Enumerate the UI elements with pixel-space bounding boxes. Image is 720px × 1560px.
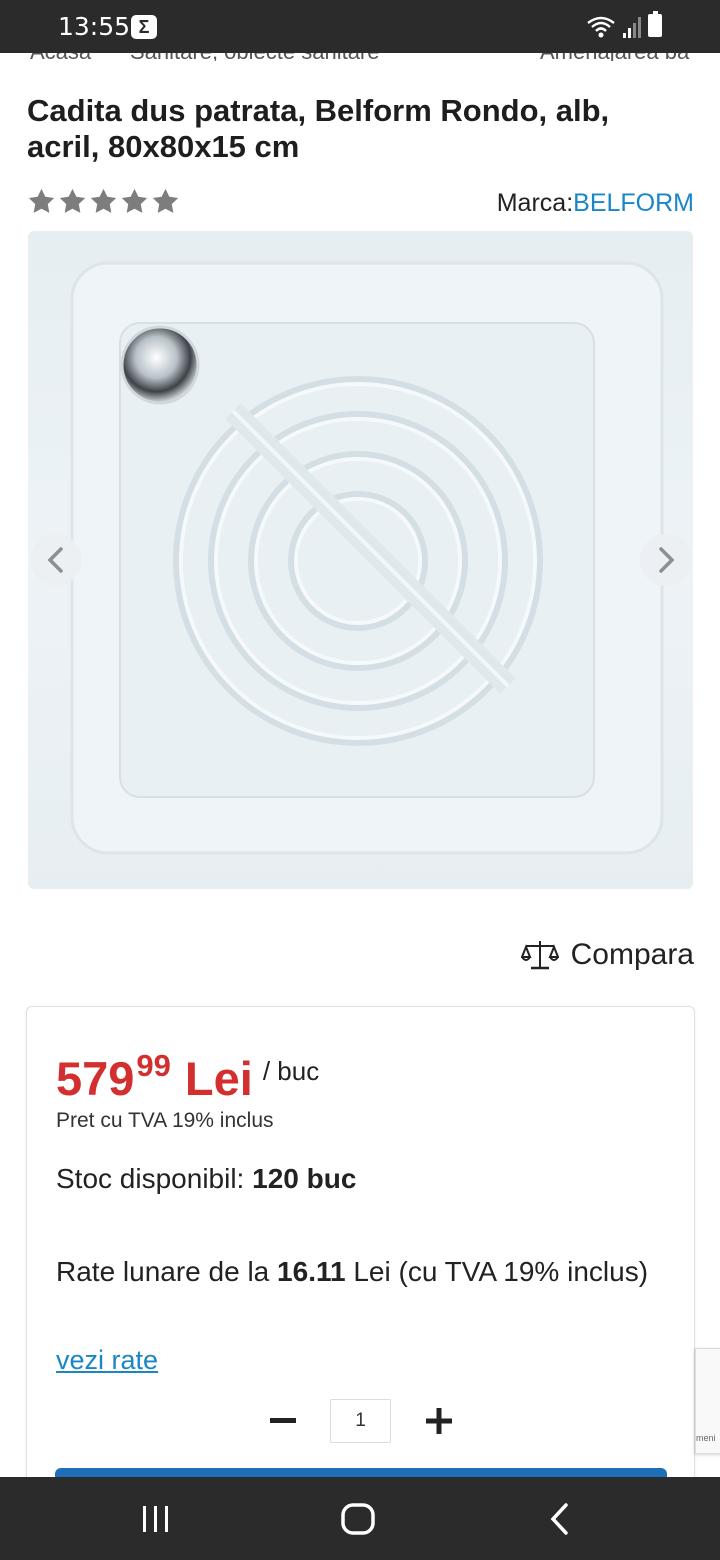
brand-line: Marca:BELFORM (497, 189, 694, 218)
installments-suffix: Lei (cu TVA 19% inclus) (353, 1256, 649, 1287)
stock-info: Stoc disponibil: 120 buc (56, 1163, 356, 1195)
navigation-bar (0, 1477, 720, 1560)
sigma-icon: Σ (131, 15, 157, 39)
breadcrumb-item[interactable]: Amenajarea ba (540, 53, 689, 61)
breadcrumb: Acasa Sanitare, obiecte sanitare Amenaja… (0, 53, 720, 61)
view-rates-link[interactable]: vezi rate (56, 1345, 158, 1376)
scales-icon (520, 941, 559, 970)
star-icon (28, 188, 55, 213)
breadcrumb-item[interactable]: Acasa (30, 53, 91, 61)
status-time: 13:55 (58, 12, 131, 41)
breadcrumb-item[interactable]: Sanitare, obiecte sanitare (130, 53, 380, 61)
star-icon (121, 188, 148, 213)
minus-icon (270, 1418, 296, 1423)
star-icon (90, 188, 117, 213)
vat-note: Pret cu TVA 19% inclus (56, 1109, 274, 1132)
stock-label: Stoc disponibil: (56, 1163, 245, 1194)
back-icon[interactable] (540, 1499, 580, 1539)
product-image[interactable] (28, 231, 693, 889)
quantity-decrease-button[interactable] (267, 1405, 299, 1437)
signal-icon (623, 17, 641, 38)
brand-label: Marca: (496, 189, 574, 217)
compare-button[interactable]: Compara (520, 938, 694, 972)
battery-icon (648, 11, 662, 37)
recaptcha-badge[interactable]: meni (695, 1348, 720, 1454)
carousel-next-button[interactable] (640, 534, 692, 586)
chevron-right-icon (659, 547, 675, 573)
price-integer: 579 (56, 1052, 135, 1105)
recent-apps-icon[interactable] (136, 1499, 176, 1539)
installments-amount: 16.11 (277, 1256, 346, 1287)
carousel-prev-button[interactable] (30, 534, 82, 586)
product-title: Cadita dus patrata, Belform Rondo, alb, … (27, 93, 610, 164)
rating-stars (27, 187, 180, 216)
star-icon (59, 188, 86, 213)
brand-link[interactable]: BELFORM (573, 189, 694, 217)
price-decimals: 99 (136, 1048, 171, 1083)
status-bar: 13:55 Σ (0, 0, 720, 53)
price: 579 99 Lei / buc (56, 1048, 320, 1107)
shower-tray-image (70, 261, 664, 855)
price-card: 579 99 Lei / buc Pret cu TVA 19% inclus … (26, 1006, 695, 1526)
chevron-left-icon (47, 547, 63, 573)
quantity-increase-button[interactable] (423, 1405, 455, 1437)
price-unit: / buc (262, 1056, 320, 1086)
price-currency: Lei (184, 1052, 253, 1105)
compare-label: Compara (570, 938, 694, 971)
home-icon[interactable] (338, 1499, 378, 1539)
star-icon (152, 188, 179, 213)
plus-icon (426, 1408, 452, 1434)
installments-prefix: Rate lunare de la (56, 1256, 270, 1287)
wifi-icon (587, 16, 615, 38)
recaptcha-text: meni (696, 1433, 716, 1443)
quantity-input[interactable] (330, 1399, 391, 1443)
stock-value: 120 buc (252, 1163, 357, 1194)
installments-info: Rate lunare de la 16.11 Lei (cu TVA 19% … (56, 1249, 656, 1295)
